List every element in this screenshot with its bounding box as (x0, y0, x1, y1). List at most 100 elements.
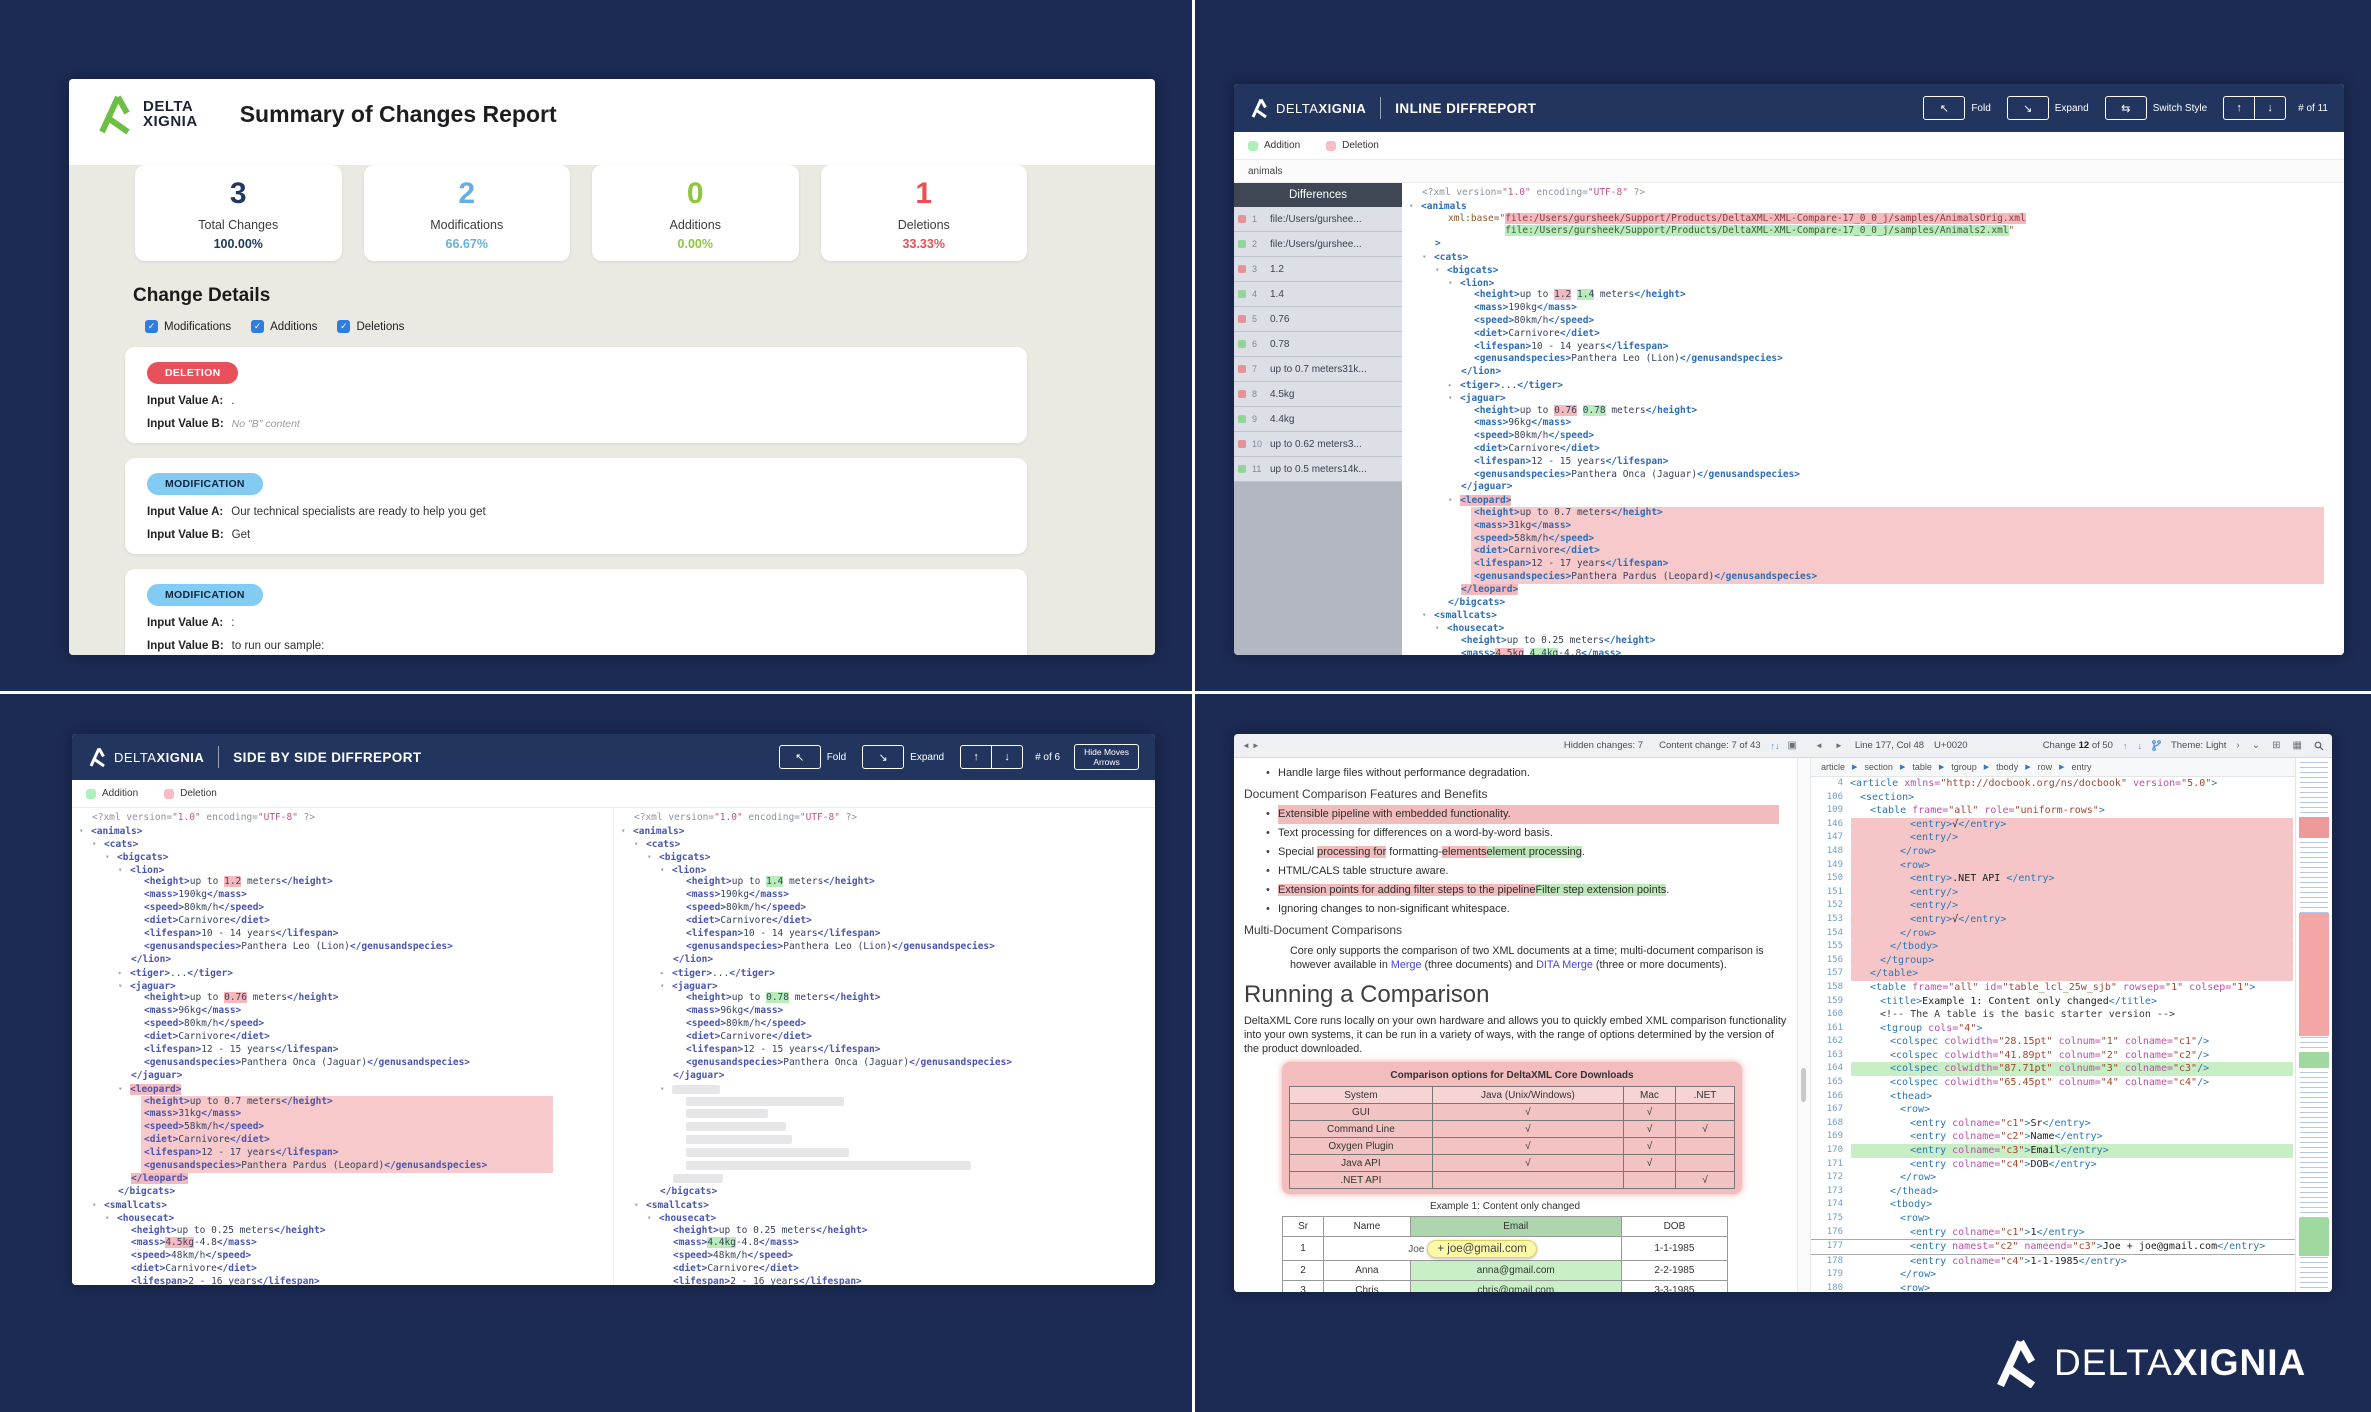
expanded-toggle-icon[interactable]: ▾ (660, 1083, 672, 1096)
prev-change-icon[interactable]: ↑ (2123, 741, 2128, 751)
document-pane[interactable]: Handle large files without performance d… (1234, 758, 1797, 1292)
expand-button[interactable]: ↘Expand (2007, 96, 2089, 120)
filter-additions[interactable]: ✓Additions (251, 320, 317, 333)
difference-item[interactable]: 7up to 0.7 meters31k... (1234, 357, 1402, 382)
breadcrumb-item-section[interactable]: section (1864, 762, 1893, 772)
minimap[interactable] (2295, 758, 2332, 1292)
grid-view-icon[interactable]: ⊞ (2272, 740, 2282, 751)
search-icon[interactable] (2314, 741, 2324, 751)
up-arrow-icon[interactable]: ↑ (961, 746, 991, 768)
expanded-toggle-icon[interactable]: ▾ (105, 1212, 117, 1225)
expanded-toggle-icon[interactable]: ▾ (660, 864, 672, 877)
expanded-toggle-icon[interactable]: ▾ (647, 1212, 659, 1225)
checkbox-checked-icon[interactable]: ✓ (145, 320, 158, 333)
fold-icon[interactable]: ↖ (779, 745, 821, 769)
expanded-toggle-icon[interactable]: ▾ (118, 1083, 130, 1096)
expanded-toggle-icon[interactable]: ▾ (92, 1199, 104, 1212)
expanded-toggle-icon[interactable]: ▾ (634, 838, 646, 851)
expanded-toggle-icon[interactable]: ▾ (647, 851, 659, 864)
doc-link[interactable]: Merge (1391, 959, 1422, 971)
fold-button[interactable]: ↖Fold (779, 745, 846, 769)
difference-item[interactable]: 84.5kg (1234, 382, 1402, 407)
difference-item[interactable]: 10up to 0.62 meters3... (1234, 432, 1402, 457)
switch-style-button[interactable]: ⇆Switch Style (2105, 96, 2207, 120)
difference-item[interactable]: 31.2 (1234, 257, 1402, 282)
sxs-right-pane[interactable]: <?xml version="1.0" encoding="UTF-8" ?>▾… (613, 808, 1155, 1285)
panel-view-icon[interactable]: ▣ (1788, 740, 1799, 751)
collapsed-toggle-icon[interactable]: ▸ (660, 967, 672, 980)
down-arrow-icon[interactable]: ↓ (2254, 97, 2285, 119)
nav-first-icon[interactable]: ◄ (1815, 741, 1825, 750)
expanded-toggle-icon[interactable]: ▾ (1422, 609, 1434, 622)
up-arrow-icon[interactable]: ↑ (2224, 97, 2254, 119)
breadcrumb-item-table[interactable]: table (1912, 762, 1932, 772)
expanded-toggle-icon[interactable]: ▾ (105, 851, 117, 864)
expanded-toggle-icon[interactable]: ▾ (92, 838, 104, 851)
scrollbar-thumb[interactable] (1801, 1068, 1806, 1102)
breadcrumb-item-tbody[interactable]: tbody (1996, 762, 2018, 772)
down-arrow-icon[interactable]: ↓ (991, 746, 1022, 768)
difference-item[interactable]: 60.78 (1234, 332, 1402, 357)
expanded-toggle-icon[interactable]: ▾ (634, 1199, 646, 1212)
pane-scrollbar[interactable] (1797, 758, 1811, 1292)
expanded-toggle-icon[interactable]: ▾ (1448, 277, 1460, 290)
difference-item[interactable]: 41.4 (1234, 282, 1402, 307)
expanded-toggle-icon[interactable]: ▾ (118, 980, 130, 993)
expand-icon[interactable]: ↘ (2007, 96, 2049, 120)
code-line: <lifespan>12 - 15 years</lifespan> (72, 1044, 613, 1057)
nav-last-icon[interactable]: ► (1252, 741, 1262, 750)
chevron-right-icon[interactable]: › (2236, 740, 2241, 751)
expanded-toggle-icon[interactable]: ▾ (1422, 251, 1434, 264)
difference-item[interactable]: 2file:/Users/gurshee... (1234, 232, 1402, 257)
next-change-icon[interactable]: ↓ (1775, 741, 1780, 751)
sxs-left-pane[interactable]: <?xml version="1.0" encoding="UTF-8" ?>▾… (72, 808, 613, 1285)
doc-link[interactable]: DITA Merge (1536, 959, 1593, 971)
chevron-down-icon[interactable]: ⌄ (2252, 740, 2262, 751)
breadcrumb-item-row[interactable]: row (2038, 762, 2053, 772)
table-view-icon[interactable]: ▦ (2293, 740, 2304, 751)
difference-item[interactable]: 11up to 0.5 meters14k... (1234, 457, 1402, 482)
expanded-toggle-icon[interactable]: ▾ (1435, 622, 1447, 635)
expand-button[interactable]: ↘Expand (862, 745, 944, 769)
theme-label[interactable]: Theme: Light (2171, 740, 2226, 751)
breadcrumb-item-entry[interactable]: entry (2072, 762, 2092, 772)
expanded-toggle-icon[interactable]: ▾ (1448, 494, 1460, 507)
collapsed-toggle-icon[interactable]: ▸ (1448, 379, 1460, 392)
hide-moves-arrows-button[interactable]: Hide MovesArrows (1074, 744, 1139, 770)
inline-diff-code[interactable]: <?xml version="1.0" encoding="UTF-8" ?>▾… (1402, 183, 2344, 655)
breadcrumb-item-article[interactable]: article (1821, 762, 1845, 772)
expanded-toggle-icon[interactable]: ▾ (118, 864, 130, 877)
expanded-toggle-icon[interactable]: ▾ (1409, 200, 1421, 213)
difference-item[interactable]: 50.76 (1234, 307, 1402, 332)
tab-animals[interactable]: animals (1248, 166, 1282, 177)
filter-deletions[interactable]: ✓Deletions (337, 320, 404, 333)
expanded-toggle-icon[interactable]: ▾ (79, 825, 91, 838)
code-line: <lifespan>12 - 15 years</lifespan> (614, 1044, 1155, 1057)
filter-modifications[interactable]: ✓Modifications (145, 320, 231, 333)
expanded-toggle-icon[interactable]: ▾ (1435, 264, 1447, 277)
table-row: 1Joe+ joe@gmail.com1-1-1985 (1283, 1237, 1728, 1261)
code-line: <speed>80km/h</speed> (72, 902, 613, 915)
difference-item[interactable]: 1file:/Users/gurshee... (1234, 207, 1402, 232)
checkbox-checked-icon[interactable]: ✓ (251, 320, 264, 333)
expanded-toggle-icon[interactable]: ▾ (1448, 392, 1460, 405)
prev-next-change-buttons[interactable]: ↑↓ (960, 745, 1023, 769)
expand-icon[interactable]: ↘ (862, 745, 904, 769)
code-pane[interactable]: 4<article xmlns="http://docbook.org/ns/d… (1811, 777, 2295, 1292)
code-line: 176<entry colname="c1">1</entry> (1811, 1226, 2295, 1240)
collapsed-toggle-icon[interactable]: ▸ (118, 967, 130, 980)
nav-first-icon[interactable]: ◄ (1242, 741, 1252, 750)
nav-last-icon[interactable]: ► (1835, 741, 1845, 750)
fold-button[interactable]: ↖Fold (1923, 96, 1990, 120)
fold-icon[interactable]: ↖ (1923, 96, 1965, 120)
breadcrumb-item-tgroup[interactable]: tgroup (1951, 762, 1977, 772)
prev-next-change-buttons[interactable]: ↑↓ (2223, 96, 2286, 120)
checkbox-checked-icon[interactable]: ✓ (337, 320, 350, 333)
expanded-toggle-icon[interactable]: ▾ (621, 825, 633, 838)
branch-icon[interactable] (2152, 740, 2161, 751)
code-line: ▾<animals> (72, 825, 613, 838)
switch-style-icon[interactable]: ⇆ (2105, 96, 2147, 120)
difference-item[interactable]: 94.4kg (1234, 407, 1402, 432)
next-change-icon[interactable]: ↓ (2137, 741, 2142, 751)
expanded-toggle-icon[interactable]: ▾ (660, 980, 672, 993)
